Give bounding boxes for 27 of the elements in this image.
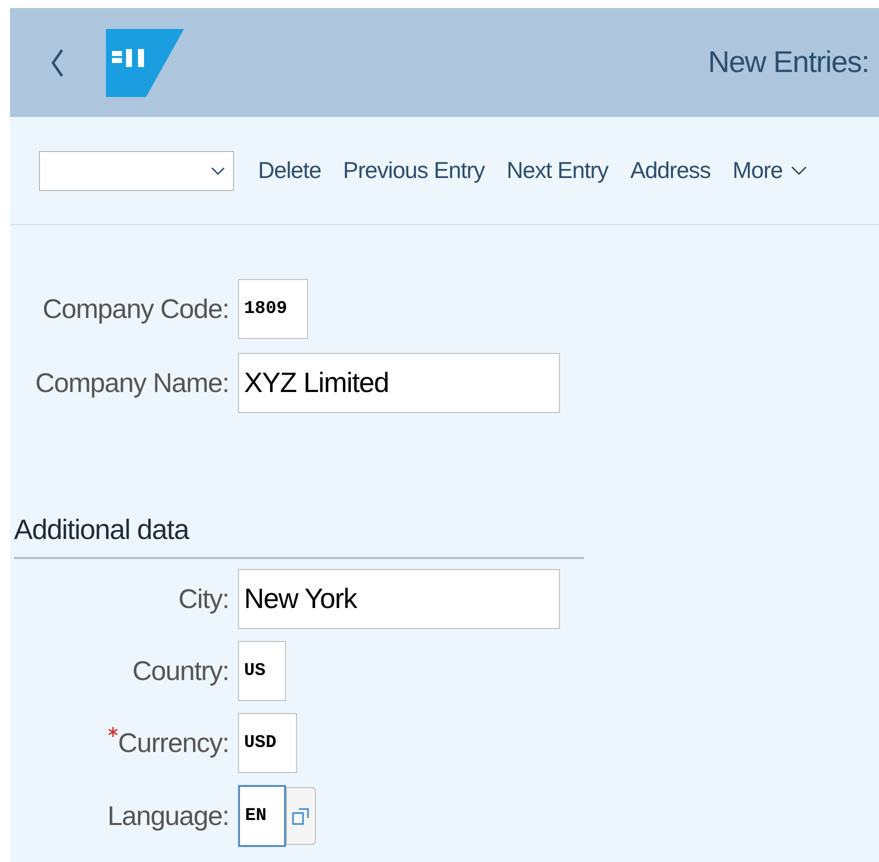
- field-label: Language:: [107, 800, 229, 833]
- toolbar-button[interactable]: Address: [630, 153, 711, 188]
- input-field[interactable]: USD: [238, 713, 297, 773]
- toolbar-button[interactable]: Delete: [258, 153, 322, 188]
- chevron-down-icon: [790, 166, 807, 176]
- input-field[interactable]: EN: [238, 785, 286, 847]
- field-label: City:: [178, 582, 229, 616]
- chevron-down-icon: [211, 166, 225, 176]
- page-title: New Entries:: [708, 45, 869, 81]
- input-field[interactable]: 1809: [238, 279, 308, 339]
- logo-icon: [106, 28, 184, 96]
- field-label: Company Name:: [35, 366, 229, 400]
- section-title: Additional data: [14, 509, 584, 559]
- back-icon[interactable]: [50, 48, 64, 78]
- value-help-button[interactable]: [286, 787, 316, 845]
- required-icon: [108, 726, 118, 737]
- input-field[interactable]: US: [238, 641, 286, 701]
- field-label: Company Code:: [42, 292, 229, 326]
- field-label: Country:: [132, 654, 229, 688]
- value-help-icon: [292, 807, 310, 825]
- toolbar-button[interactable]: Next Entry: [506, 153, 608, 188]
- input-field[interactable]: XYZ Limited: [238, 353, 560, 413]
- toolbar-button[interactable]: Previous Entry: [343, 153, 485, 188]
- action-dropdown[interactable]: [39, 150, 234, 190]
- field-label: Currency:: [118, 726, 229, 760]
- input-field[interactable]: New York: [238, 569, 560, 629]
- more-button[interactable]: More: [732, 153, 807, 188]
